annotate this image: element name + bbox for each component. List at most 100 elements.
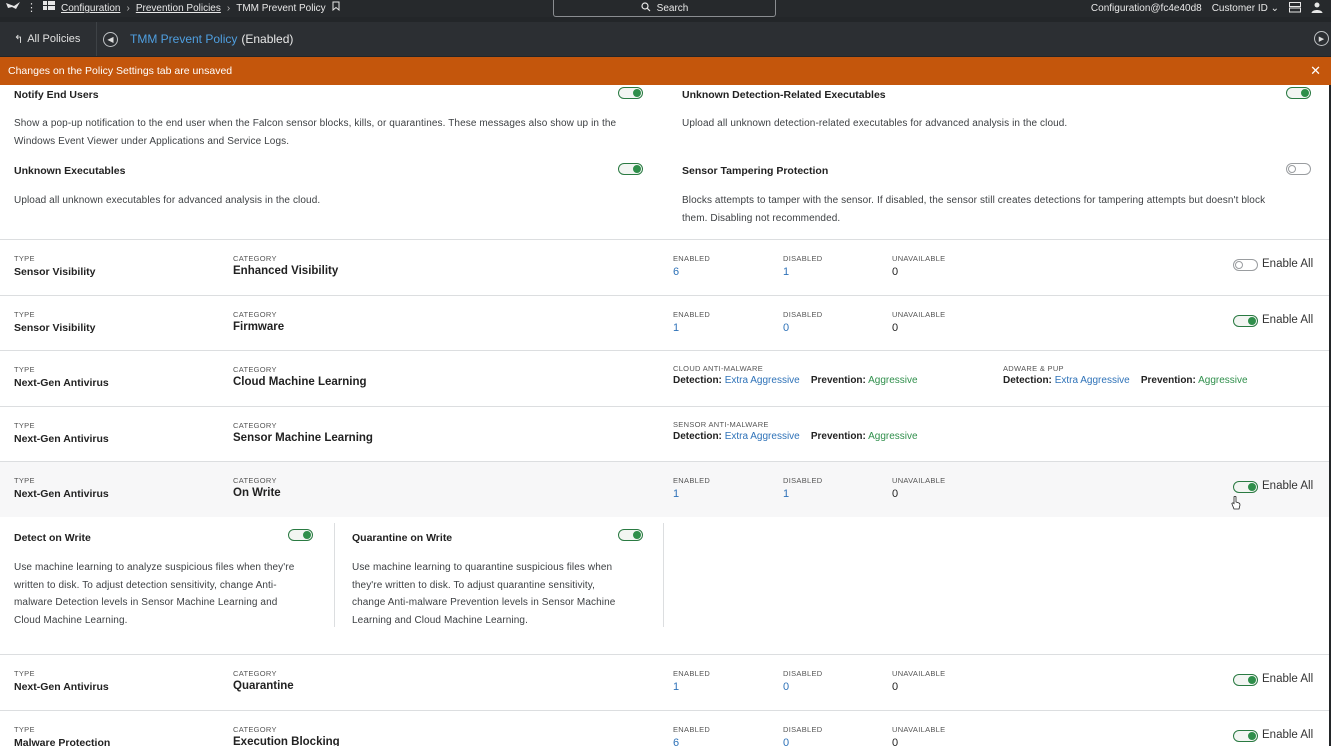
policy-name: TMM Prevent Policy	[130, 32, 238, 46]
quarantine-on-write-toggle[interactable]	[618, 529, 643, 541]
quarantine-on-write-title: Quarantine on Write	[352, 532, 453, 544]
unknown-executables-toggle[interactable]	[618, 163, 643, 175]
detect-on-write-toggle[interactable]	[288, 529, 313, 541]
unknown-detection-setting: Unknown Detection-Related Executables	[682, 89, 886, 101]
setting-title: Unknown Executables	[14, 165, 126, 177]
sensor-tampering-setting: Sensor Tampering Protection	[682, 165, 828, 177]
unavailable-label: UNAVAILABLE	[892, 310, 946, 319]
all-policies-button[interactable]: ↰ All Policies	[0, 22, 97, 56]
disabled-label: DISABLED	[783, 669, 823, 678]
category-row-enhanced-visibility[interactable]: TYPE Sensor Visibility CATEGORY Enhanced…	[0, 240, 1329, 295]
type-label: TYPE	[14, 669, 35, 678]
next-button[interactable]: ▶	[1314, 31, 1329, 46]
detection-label: Detection:	[1003, 375, 1052, 386]
unavailable-count: 0	[892, 488, 899, 500]
description-line: them. Disabling not recommended.	[682, 212, 841, 224]
divider	[663, 523, 664, 627]
notify-end-users-toggle[interactable]	[618, 87, 643, 99]
description-line: Blocks attempts to tamper with the senso…	[682, 195, 1266, 206]
category-row-on-write[interactable]: TYPE Next-Gen Antivirus CATEGORY On Writ…	[0, 462, 1329, 517]
setting-description: Show a pop-up notification to the end us…	[14, 115, 654, 150]
description-line: Show a pop-up notification to the end us…	[14, 118, 617, 129]
description-line: change Anti-malware Prevention levels in…	[352, 597, 616, 608]
previous-button[interactable]: ◀	[103, 31, 118, 47]
enabled-count[interactable]: 1	[673, 488, 679, 500]
enable-all-toggle[interactable]	[1233, 315, 1258, 327]
chevron-down-icon: ⌄	[1270, 3, 1279, 14]
disabled-count[interactable]: 1	[783, 488, 789, 500]
policy-status: (Enabled)	[241, 32, 294, 46]
type-value: Malware Protection	[14, 737, 111, 746]
unknown-detection-toggle[interactable]	[1286, 87, 1311, 99]
category-value: Enhanced Visibility	[233, 265, 339, 277]
enable-all-toggle[interactable]	[1233, 674, 1258, 686]
disabled-count[interactable]: 0	[783, 322, 789, 334]
setting-title: Sensor Tampering Protection	[682, 165, 829, 177]
enable-all-toggle[interactable]	[1233, 481, 1258, 493]
more-vertical-icon[interactable]: ⋮	[26, 0, 37, 17]
description-line: written to disk. To adjust detection sen…	[14, 579, 277, 591]
category-row-quarantine[interactable]: TYPE Next-Gen Antivirus CATEGORY Quarant…	[0, 655, 1329, 710]
breadcrumb-prevention-policies[interactable]: Prevention Policies	[136, 3, 221, 14]
enabled-label: ENABLED	[673, 476, 711, 485]
description-line: Windows Event Viewer under Applications …	[14, 135, 290, 147]
adware-pup-levels: Detection: Extra Aggressive Prevention: …	[1003, 375, 1248, 386]
setting-title: Notify End Users	[14, 89, 99, 101]
global-search[interactable]: Search	[553, 0, 776, 17]
unavailable-label: UNAVAILABLE	[892, 725, 946, 734]
enable-all-label: Enable All	[1262, 729, 1314, 741]
category-row-cloud-ml[interactable]: TYPE Next-Gen Antivirus CATEGORY Cloud M…	[0, 351, 1329, 406]
account-name[interactable]: Configuration@fc4e40d8	[1091, 3, 1202, 14]
enabled-count[interactable]: 6	[673, 737, 679, 746]
description-line: Use machine learning to quarantine suspi…	[352, 562, 613, 573]
category-label: CATEGORY	[233, 476, 277, 485]
bookmark-icon[interactable]	[332, 0, 340, 17]
disabled-count[interactable]: 1	[783, 266, 789, 278]
enable-all-toggle[interactable]	[1233, 730, 1258, 742]
enabled-label: ENABLED	[673, 669, 711, 678]
description-line: malware Detection levels in Sensor Machi…	[14, 597, 278, 608]
disabled-label: DISABLED	[783, 725, 823, 734]
disabled-label: DISABLED	[783, 254, 823, 263]
type-value: Sensor Visibility	[14, 266, 96, 278]
close-icon[interactable]: ✕	[1310, 63, 1321, 79]
detect-on-write-description: Use machine learning to analyze suspicio…	[14, 559, 324, 629]
unavailable-count: 0	[892, 266, 899, 278]
category-row-firmware[interactable]: TYPE Sensor Visibility CATEGORY Firmware…	[0, 296, 1329, 351]
cloud-anti-malware-label: CLOUD ANTI-MALWARE	[673, 364, 763, 373]
enable-all-label: Enable All	[1262, 480, 1314, 492]
sensor-anti-malware-label: SENSOR ANTI-MALWARE	[673, 420, 769, 429]
unavailable-label: UNAVAILABLE	[892, 254, 946, 263]
unsaved-changes-banner: Changes on the Policy Settings tab are u…	[0, 57, 1331, 85]
detection-level: Extra Aggressive	[724, 431, 800, 442]
messages-icon[interactable]	[1289, 1, 1301, 16]
chevron-right-icon: ›	[226, 3, 231, 14]
description-line: Learning and Cloud Machine Learning.	[352, 614, 528, 626]
enabled-count[interactable]: 1	[673, 681, 679, 693]
unavailable-label: UNAVAILABLE	[892, 669, 946, 678]
customer-id-dropdown[interactable]: Customer ID ⌄	[1212, 3, 1279, 14]
type-value: Next-Gen Antivirus	[14, 377, 109, 389]
setting-description: Upload all unknown detection-related exe…	[682, 118, 1068, 129]
falcon-logo-icon[interactable]	[6, 0, 20, 17]
setting-title: Unknown Detection-Related Executables	[682, 89, 886, 101]
category-row-sensor-ml[interactable]: TYPE Next-Gen Antivirus CATEGORY Sensor …	[0, 407, 1329, 462]
category-row-execution-blocking[interactable]: TYPE Malware Protection CATEGORY Executi…	[0, 711, 1329, 746]
prevention-label: Prevention:	[1140, 375, 1196, 386]
type-label: TYPE	[14, 254, 35, 263]
enable-all-toggle[interactable]	[1233, 259, 1258, 271]
disabled-count[interactable]: 0	[783, 737, 789, 746]
notify-end-users-setting: Notify End Users	[14, 89, 99, 101]
detection-label: Detection:	[673, 431, 722, 442]
menu-icon[interactable]	[43, 0, 55, 17]
search-label: Search	[656, 2, 689, 14]
category-label: CATEGORY	[233, 365, 277, 374]
disabled-count[interactable]: 0	[783, 681, 789, 693]
user-icon[interactable]	[1311, 2, 1323, 16]
enabled-count[interactable]: 1	[673, 322, 679, 334]
breadcrumb-current-policy: TMM Prevent Policy	[236, 3, 326, 14]
sensor-tampering-toggle[interactable]	[1286, 163, 1311, 175]
enabled-count[interactable]: 6	[673, 266, 679, 278]
category-value: On Write	[233, 487, 281, 499]
breadcrumb-configuration[interactable]: Configuration	[61, 3, 120, 14]
